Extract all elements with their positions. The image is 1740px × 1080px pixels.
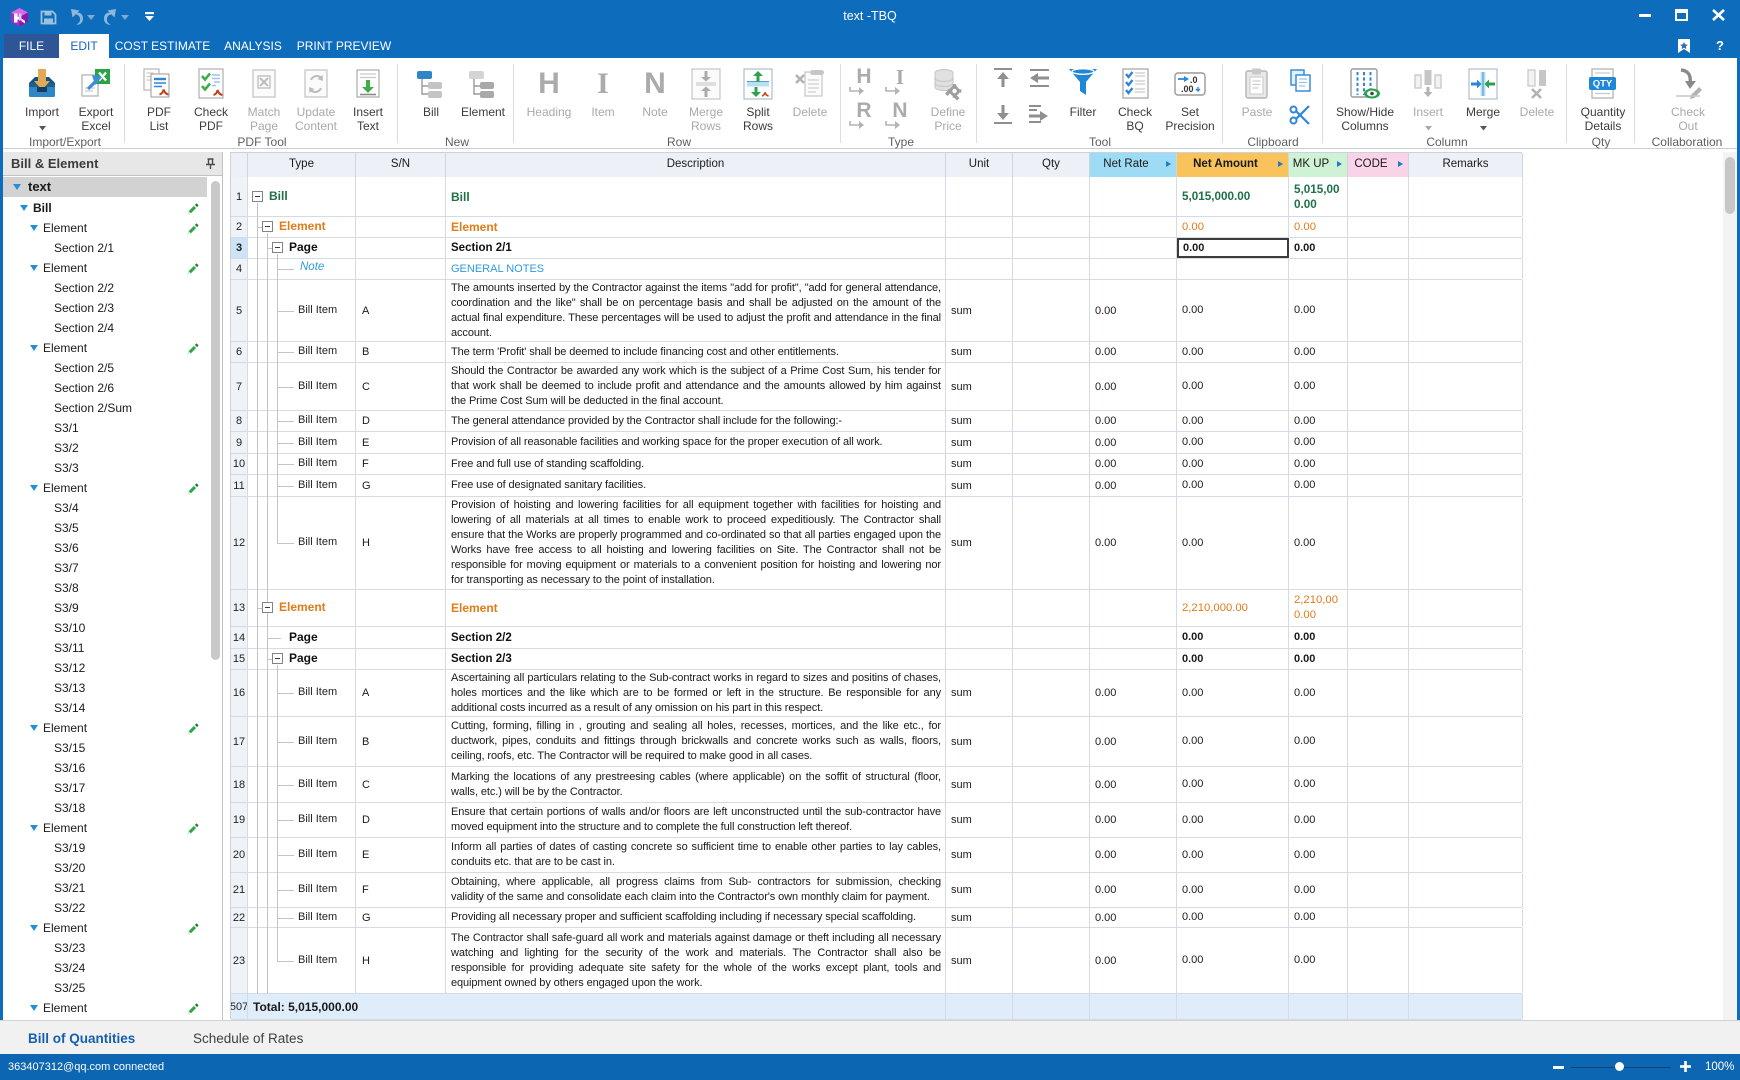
svg-text:.00: .00 [1181,84,1194,94]
svg-text:QTY: QTY [1593,79,1613,90]
